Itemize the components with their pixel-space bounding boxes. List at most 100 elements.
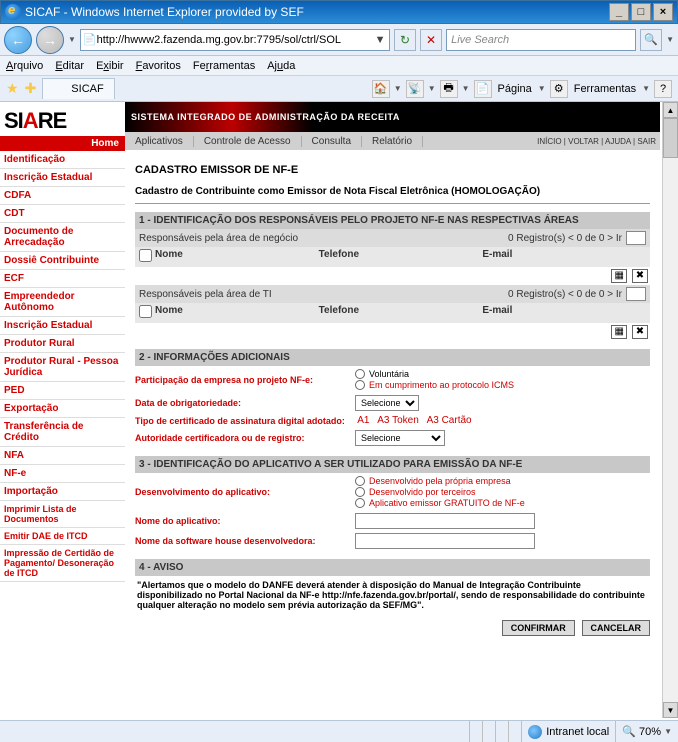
sidebar-item-transferencia[interactable]: Transferência de Crédito — [0, 418, 125, 447]
forward-button[interactable]: → — [36, 26, 64, 54]
sidebar-item-ped[interactable]: PED — [0, 382, 125, 400]
scroll-up-icon[interactable]: ▲ — [663, 102, 678, 118]
sidebar-item-dossie[interactable]: Dossiê Contribuinte — [0, 252, 125, 270]
input-sw-house[interactable] — [355, 533, 535, 549]
sidebar-item-documento-arrecadacao[interactable]: Documento de Arrecadação — [0, 223, 125, 252]
section-1-header: 1 - IDENTIFICAÇÃO DOS RESPONSÁVEIS PELO … — [135, 212, 650, 229]
label-sw-house: Nome da software house desenvolvedora: — [135, 536, 355, 546]
sidebar-item-exportacao[interactable]: Exportação — [0, 400, 125, 418]
section-2-header: 2 - INFORMAÇÕES ADICIONAIS — [135, 349, 650, 366]
feed-icon[interactable]: 📡 — [406, 80, 424, 98]
tab-label: SICAF — [71, 83, 103, 95]
menu-ferramentas[interactable]: Ferramentas — [193, 60, 255, 72]
scroll-thumb[interactable] — [663, 118, 678, 158]
page-input-ti[interactable] — [626, 287, 646, 301]
checkbox-all-ti[interactable] — [139, 305, 152, 318]
subnav-consulta[interactable]: Consulta — [302, 136, 362, 147]
subnav-links[interactable]: INÍCIO | VOLTAR | AJUDA | SAIR — [533, 137, 660, 146]
sidebar-item-nfe[interactable]: NF-e — [0, 465, 125, 483]
maximize-button[interactable]: □ — [631, 3, 651, 21]
browser-navbar: ← → ▼ 📄 ▼ ↻ ✕ Live Search 🔍 ▼ — [0, 24, 678, 56]
radio-dev-gratuito[interactable] — [355, 498, 365, 508]
ie-icon — [5, 4, 21, 20]
checkbox-all-negocio[interactable] — [139, 249, 152, 262]
sidebar-item-importacao[interactable]: Importação — [0, 483, 125, 501]
subnav-aplicativos[interactable]: Aplicativos — [125, 136, 194, 147]
sidebar-item-produtor-rural-pj[interactable]: Produtor Rural - Pessoa Jurídica — [0, 353, 125, 382]
page-input-negocio[interactable] — [626, 231, 646, 245]
search-box[interactable]: Live Search — [446, 29, 636, 51]
delete-row-icon[interactable]: ✖ — [632, 269, 648, 283]
sidebar-item-inscricao-estadual[interactable]: Inscrição Estadual — [0, 169, 125, 187]
sidebar-item-inscricao-estadual-2[interactable]: Inscrição Estadual — [0, 317, 125, 335]
tab-icon — [53, 82, 67, 96]
stop-button[interactable]: ✕ — [420, 29, 442, 51]
tab-sicaf[interactable]: SICAF — [42, 78, 114, 99]
refresh-button[interactable]: ↻ — [394, 29, 416, 51]
resp-ti-header: Responsáveis pela área de TI 0 Registro(… — [135, 285, 650, 303]
select-auth[interactable]: Selecione — [355, 430, 445, 446]
zone-icon — [528, 725, 542, 739]
search-button[interactable]: 🔍 — [640, 29, 662, 51]
select-data-obrig[interactable]: Selecione — [355, 395, 419, 411]
label-data-obrig: Data de obrigatoriedade: — [135, 398, 355, 408]
add-row-icon[interactable]: ▦ — [611, 269, 627, 283]
sidebar-item-ecf[interactable]: ECF — [0, 270, 125, 288]
print-icon[interactable]: 🖶 — [440, 80, 458, 98]
label-dev: Desenvolvimento do aplicativo: — [135, 487, 355, 497]
menu-ajuda[interactable]: Ajuda — [267, 60, 295, 72]
tools-menu[interactable]: Ferramentas — [572, 83, 638, 95]
minimize-button[interactable]: _ — [609, 3, 629, 21]
search-dropdown[interactable]: ▼ — [666, 35, 674, 44]
help-icon[interactable]: ? — [654, 80, 672, 98]
add-favorite-icon[interactable]: ✚ — [25, 80, 37, 97]
sidebar-item-emitir-dae[interactable]: Emitir DAE de ITCD — [0, 528, 125, 545]
sidebar-item-nfa[interactable]: NFA — [0, 447, 125, 465]
browser-menubar: Arquivo Editar Exibir Favoritos Ferramen… — [0, 56, 678, 76]
radio-dev-terceiros[interactable] — [355, 487, 365, 497]
sidebar-item-produtor-rural[interactable]: Produtor Rural — [0, 335, 125, 353]
url-input[interactable] — [97, 34, 373, 46]
sidebar-item-impressao-certidao[interactable]: Impressão de Certidão de Pagamento/ Deso… — [0, 545, 125, 582]
add-row-ti-icon[interactable]: ▦ — [611, 325, 627, 339]
menu-editar[interactable]: Editar — [55, 60, 84, 72]
favorites-icon[interactable]: ★ — [6, 80, 19, 97]
menu-exibir[interactable]: Exibir — [96, 60, 124, 72]
sidebar-item-cdt[interactable]: CDT — [0, 205, 125, 223]
back-button[interactable]: ← — [4, 26, 32, 54]
scroll-down-icon[interactable]: ▼ — [663, 702, 678, 718]
menu-arquivo[interactable]: Arquivo — [6, 60, 43, 72]
subnav-controle[interactable]: Controle de Acesso — [194, 136, 302, 147]
radio-voluntaria[interactable] — [355, 369, 365, 379]
zoom-level[interactable]: 🔍 70% ▼ — [615, 721, 678, 742]
home-icon[interactable]: 🏠 — [372, 80, 390, 98]
sidebar-item-empreendedor[interactable]: Empreendedor Autônomo — [0, 288, 125, 317]
siare-logo: SIARE — [0, 102, 125, 136]
tools-icon[interactable]: ⚙ — [550, 80, 568, 98]
label-participacao: Participação da empresa no projeto NF-e: — [135, 375, 355, 385]
page-menu-icon[interactable]: 📄 — [474, 80, 492, 98]
address-bar[interactable]: 📄 ▼ — [80, 29, 390, 51]
sidebar: SIARE Home Identificação Inscrição Estad… — [0, 102, 125, 718]
cancel-button[interactable]: CANCELAR — [582, 620, 651, 636]
sidebar-home[interactable]: Home — [0, 136, 125, 151]
confirm-button[interactable]: CONFIRMAR — [502, 620, 575, 636]
sidebar-item-imprimir-lista[interactable]: Imprimir Lista de Documentos — [0, 501, 125, 528]
window-title: SICAF - Windows Internet Explorer provid… — [25, 5, 609, 19]
security-zone: Intranet local — [521, 721, 615, 742]
url-dropdown[interactable]: ▼ — [373, 34, 387, 46]
radio-dev-propria[interactable] — [355, 476, 365, 486]
section-4-header: 4 - AVISO — [135, 559, 650, 576]
subnav-relatorio[interactable]: Relatório — [362, 136, 423, 147]
radio-protocolo[interactable] — [355, 380, 365, 390]
close-button[interactable]: × — [653, 3, 673, 21]
sidebar-item-cdfa[interactable]: CDFA — [0, 187, 125, 205]
delete-row-ti-icon[interactable]: ✖ — [632, 325, 648, 339]
page-menu[interactable]: Página — [496, 83, 534, 95]
vertical-scrollbar[interactable]: ▲ ▼ — [662, 102, 678, 718]
sidebar-item-identificacao[interactable]: Identificação — [0, 151, 125, 169]
aviso-text: "Alertamos que o modelo do DANFE deverá … — [135, 576, 650, 614]
menu-favoritos[interactable]: Favoritos — [136, 60, 181, 72]
input-app-name[interactable] — [355, 513, 535, 529]
history-dropdown[interactable]: ▼ — [68, 35, 76, 44]
